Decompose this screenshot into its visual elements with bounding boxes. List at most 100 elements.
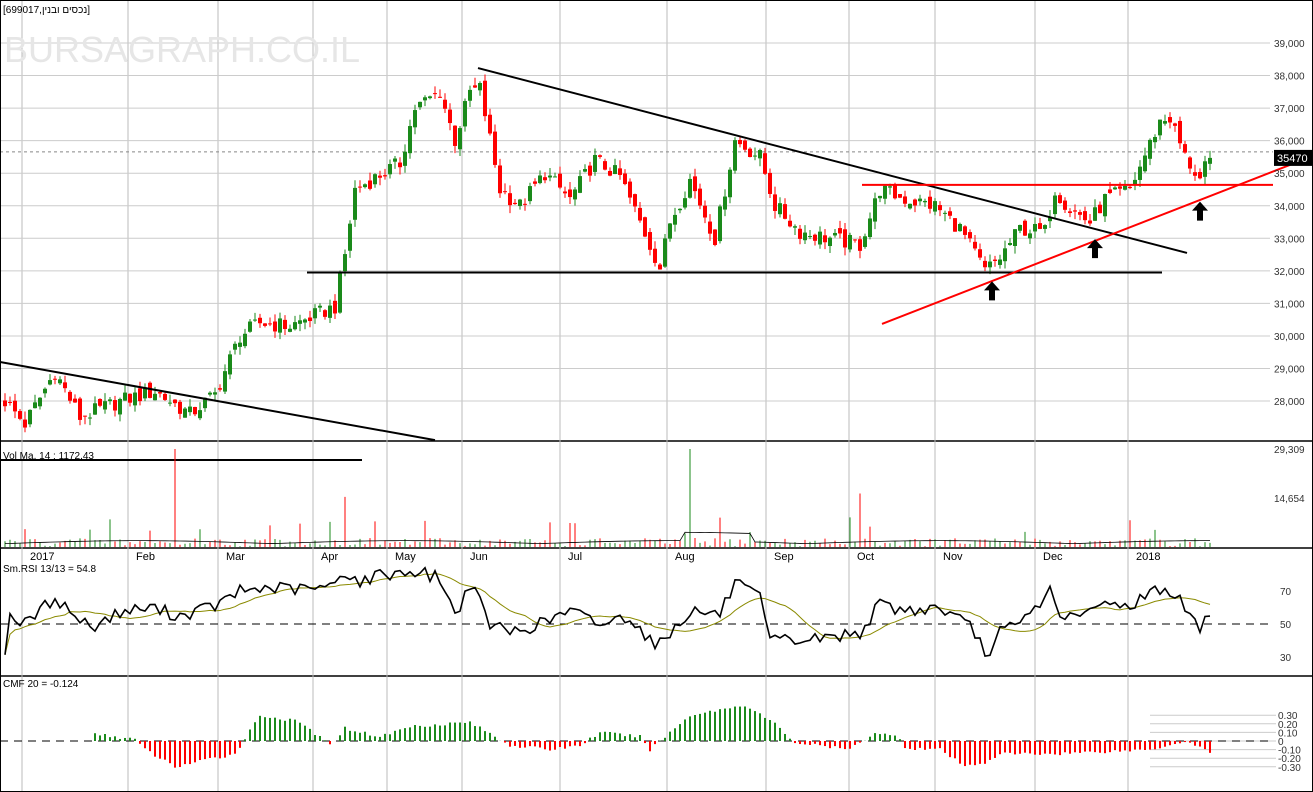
candle-body (288, 328, 292, 332)
candle-body (948, 211, 952, 216)
candle-body (228, 354, 232, 375)
candle-body (163, 393, 167, 400)
candle-body (988, 261, 992, 268)
candle-body (1143, 155, 1147, 172)
candle-body (903, 196, 907, 204)
month-label: Apr (321, 551, 338, 563)
candle-body (913, 199, 917, 206)
candle-body (33, 402, 37, 409)
candle-body (28, 409, 32, 425)
candle-body (968, 232, 972, 239)
candle-body (613, 165, 617, 175)
candle-body (503, 191, 507, 193)
candle-body (308, 317, 312, 322)
candle-body (533, 181, 537, 184)
candle-body (793, 226, 797, 228)
candle-body (873, 198, 877, 222)
candle-body (523, 203, 527, 205)
candle-body (763, 153, 767, 174)
candle-body (608, 170, 612, 176)
candle-body (468, 89, 472, 101)
candle-body (708, 221, 712, 234)
candle-body (568, 189, 572, 198)
candle-body (623, 173, 627, 185)
candle-body (318, 305, 322, 308)
candle-body (998, 259, 1002, 265)
candle-body (423, 97, 427, 101)
candle-body (583, 169, 587, 172)
price-tick-label: 29,000 (1274, 365, 1305, 376)
candle-body (598, 155, 602, 157)
candle-body (1083, 211, 1087, 221)
candle-body (743, 140, 747, 150)
month-label: 2017 (30, 551, 54, 563)
candle-body (918, 198, 922, 202)
candle-body (813, 234, 817, 241)
price-tick-label: 34,000 (1274, 202, 1305, 213)
candle-body (633, 194, 637, 207)
candle-body (1063, 200, 1067, 210)
candle-body (153, 393, 157, 401)
candle-body (78, 398, 82, 420)
candle-body (768, 172, 772, 194)
candle-body (3, 400, 7, 407)
candle-body (818, 231, 822, 245)
candle-body (548, 175, 552, 178)
candle-body (1088, 220, 1092, 224)
candle-body (733, 140, 737, 171)
candle-body (23, 419, 27, 428)
candle-body (868, 218, 872, 238)
candle-body (403, 151, 407, 166)
candle-body (843, 229, 847, 248)
candle-body (688, 178, 692, 198)
candle-body (883, 185, 887, 199)
candle-body (208, 392, 212, 395)
candle-body (663, 238, 667, 267)
candle-body (323, 310, 327, 317)
candle-body (823, 235, 827, 243)
candle-body (1098, 204, 1102, 214)
candle-body (458, 128, 462, 150)
month-label: 2018 (1136, 551, 1160, 563)
candle-body (418, 101, 422, 108)
candle-body (363, 184, 367, 188)
candle-body (1113, 187, 1117, 190)
candle-body (238, 342, 242, 347)
candle-body (963, 226, 967, 235)
candle-body (168, 402, 172, 404)
candle-body (243, 333, 247, 347)
candle-body (498, 165, 502, 194)
month-label: Nov (943, 551, 963, 563)
candle-body (628, 181, 632, 198)
candle-body (408, 126, 412, 154)
candle-body (178, 401, 182, 414)
candle-body (268, 323, 272, 325)
candle-body (1078, 212, 1082, 215)
candle-body (908, 203, 912, 209)
candle-body (1093, 207, 1097, 221)
candle-body (573, 189, 577, 200)
month-label: Oct (857, 551, 874, 563)
candle-body (133, 392, 137, 406)
candle-body (328, 305, 332, 318)
candle-body (348, 223, 352, 251)
candle-body (1133, 179, 1137, 185)
candle-body (303, 319, 307, 323)
candle-body (488, 114, 492, 134)
candle-body (1028, 233, 1032, 239)
candle-body (73, 398, 77, 403)
candle-body (118, 398, 122, 415)
candle-body (273, 321, 277, 332)
candle-body (758, 150, 762, 159)
candle-body (98, 398, 102, 406)
candle-body (863, 236, 867, 247)
price-tick-label: 33,000 (1274, 234, 1305, 245)
candle-body (1203, 161, 1207, 177)
candle-body (188, 406, 192, 413)
candle-body (453, 125, 457, 146)
candle-body (658, 264, 662, 270)
price-tick-label: 37,000 (1274, 104, 1305, 115)
candle-body (838, 228, 842, 234)
candle-body (463, 101, 467, 127)
candle-body (248, 321, 252, 332)
